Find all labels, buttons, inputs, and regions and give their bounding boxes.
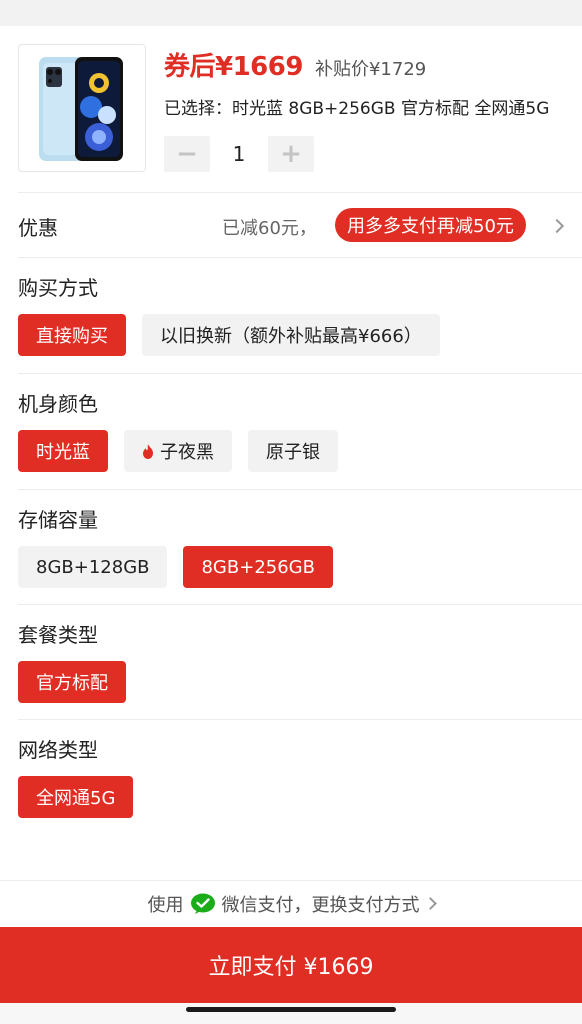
color-group: 机身颜色 时光蓝 子夜黑 原子银 [0, 374, 582, 489]
package-group: 套餐类型 官方标配 [0, 605, 582, 719]
extra-discount-badge[interactable]: 用多多支付再减50元 [335, 208, 526, 242]
home-indicator[interactable] [186, 1007, 396, 1012]
selected-spec: 已选择：时光蓝 8GB+256GB 官方标配 全网通5G [164, 99, 550, 119]
discount-row[interactable]: 优惠 已减60元， 用多多支付再减50元 [0, 193, 582, 257]
option-color-silver[interactable]: 原子银 [248, 430, 338, 472]
payment-use-label: 使用 [147, 894, 184, 916]
network-group: 网络类型 全网通5G [0, 720, 582, 834]
purchase-method-title: 购买方式 [18, 276, 98, 300]
purchase-method-group: 购买方式 直接购买 以旧换新（额外补贴最高¥666） [0, 258, 582, 373]
quantity-stepper: − 1 + [164, 136, 314, 172]
increase-button[interactable]: + [268, 136, 314, 172]
quantity-value[interactable]: 1 [210, 142, 268, 166]
decrease-button[interactable]: − [164, 136, 210, 172]
top-strip [0, 0, 582, 26]
subsidy-price: 补贴价¥1729 [314, 59, 427, 80]
wechat-icon [190, 893, 215, 914]
option-package-standard[interactable]: 官方标配 [18, 661, 126, 703]
option-storage-256[interactable]: 8GB+256GB [183, 546, 333, 588]
discount-reduced: 已减60元， [222, 218, 317, 239]
package-title: 套餐类型 [18, 623, 98, 647]
discount-label: 优惠 [18, 216, 58, 240]
product-summary: 券后¥1669 补贴价¥1729 已选择：时光蓝 8GB+256GB 官方标配 … [0, 26, 582, 192]
option-color-black[interactable]: 子夜黑 [124, 430, 232, 472]
color-title: 机身颜色 [18, 392, 98, 416]
network-title: 网络类型 [18, 738, 98, 762]
chevron-right-icon [423, 897, 437, 910]
option-trade-in[interactable]: 以旧换新（额外补贴最高¥666） [142, 314, 440, 356]
pay-now-button[interactable]: 立即支付 ¥1669 [0, 927, 582, 1003]
phone-product-image [18, 44, 146, 172]
coupon-price: 券后¥1669 [164, 52, 303, 82]
storage-group: 存储容量 8GB+128GB 8GB+256GB [0, 490, 582, 604]
payment-method-row[interactable]: 使用 微信支付，更换支付方式 [0, 880, 582, 926]
price-line: 券后¥1669 补贴价¥1729 [164, 46, 426, 82]
storage-title: 存储容量 [18, 508, 98, 532]
option-network-5g[interactable]: 全网通5G [18, 776, 134, 818]
flame-icon [143, 443, 153, 459]
chevron-right-icon [549, 218, 565, 234]
payment-method-text: 微信支付，更换支付方式 [221, 894, 420, 916]
option-direct-buy[interactable]: 直接购买 [18, 314, 126, 356]
option-color-blue[interactable]: 时光蓝 [18, 430, 108, 472]
option-color-black-label: 子夜黑 [160, 442, 214, 463]
option-storage-128[interactable]: 8GB+128GB [18, 546, 168, 588]
